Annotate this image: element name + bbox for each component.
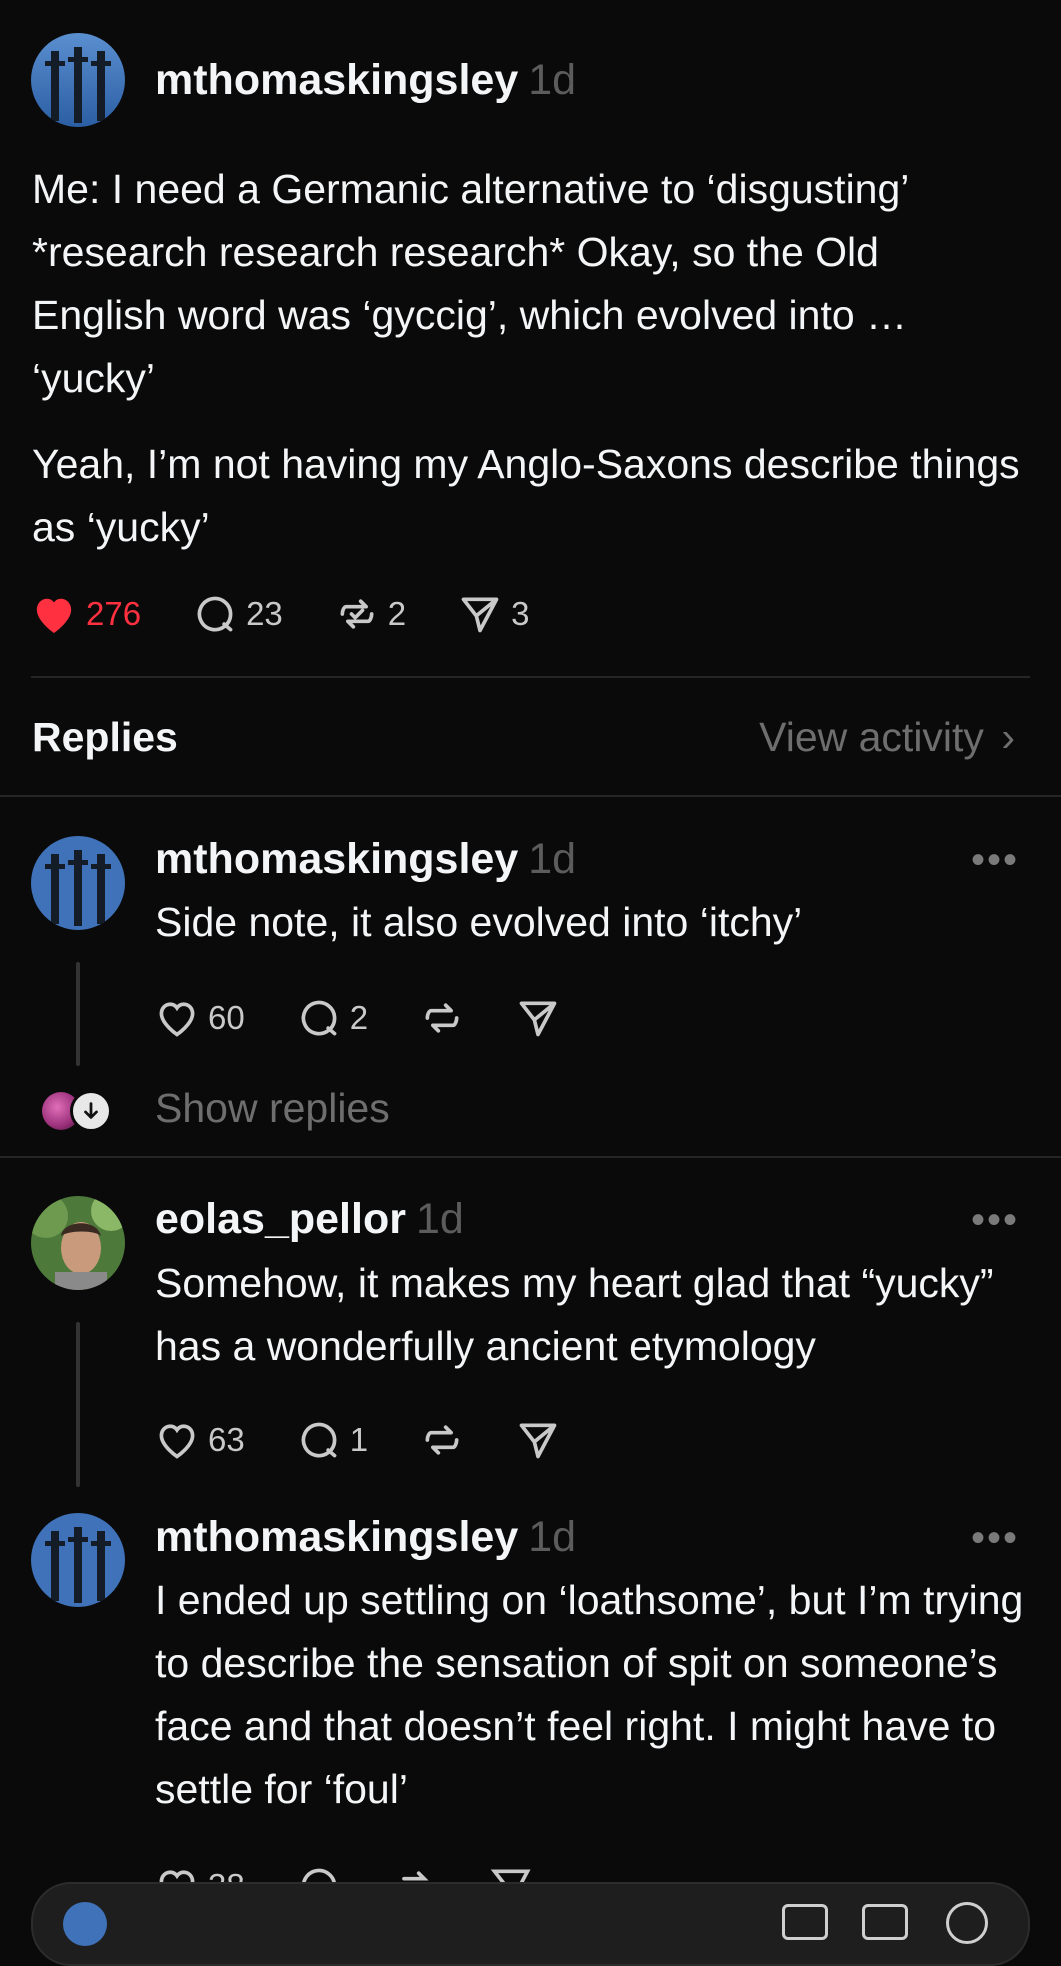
reply-text: I ended up settling on ‘loathsome’, but … [155, 1577, 1024, 1812]
repost-button[interactable] [420, 996, 464, 1040]
share-button[interactable] [516, 1418, 560, 1462]
reply-username[interactable]: eolas_pellor 1d [155, 1195, 464, 1244]
reply-time: 1d [528, 1513, 577, 1561]
post-text: Me: I need a Germanic alternative to ‘di… [32, 158, 1022, 559]
post-paragraph-2: Yeah, I’m not having my Anglo-Saxons des… [32, 441, 1020, 550]
view-activity-link[interactable]: View activity › [759, 714, 1015, 761]
reply-actions-clip: 38 [155, 1852, 755, 1882]
share-button[interactable] [489, 1864, 533, 1882]
view-activity-label: View activity [759, 714, 984, 760]
replies-title: Replies [32, 714, 178, 760]
show-replies-avatars[interactable] [42, 1090, 114, 1132]
reply-avatar[interactable] [31, 1196, 125, 1290]
share-count: 3 [511, 595, 530, 632]
repost-button[interactable] [393, 1864, 437, 1882]
reply-username[interactable]: mthomaskingsley 1d [155, 835, 576, 884]
comment-icon [301, 1000, 337, 1036]
reply-actions: 60 2 [155, 996, 612, 1040]
reply-text: Side note, it also evolved into ‘itchy’ [155, 899, 803, 945]
like-button[interactable]: 63 [155, 1419, 245, 1461]
post-username[interactable]: mthomaskingsley 1d [155, 56, 576, 105]
comment-count: 23 [246, 595, 283, 632]
gif-icon[interactable] [782, 1904, 828, 1940]
reply-time: 1d [415, 1195, 464, 1243]
chevron-right-icon: › [1001, 714, 1015, 760]
comment-icon [197, 596, 233, 632]
heart-icon [159, 1002, 195, 1037]
arrow-down-circle-icon [70, 1090, 112, 1132]
header-divider [0, 795, 1061, 797]
repost-icon [425, 1425, 459, 1455]
send-icon [490, 1869, 531, 1882]
reply-avatar[interactable] [31, 1513, 125, 1607]
share-button[interactable] [516, 996, 560, 1040]
more-options-icon[interactable]: ••• [971, 1516, 1019, 1561]
heart-filled-icon [36, 598, 72, 634]
reply-avatar[interactable] [31, 836, 125, 930]
share-button[interactable]: 3 [458, 592, 530, 636]
like-count: 38 [208, 1867, 245, 1882]
emoji-icon[interactable] [946, 1902, 988, 1944]
thread-line [76, 1322, 80, 1487]
comment-button[interactable]: 2 [297, 996, 368, 1040]
repost-icon [340, 599, 374, 629]
thread-line [76, 962, 80, 1066]
reply-composer-bar[interactable] [31, 1882, 1030, 1966]
heart-icon [159, 1424, 195, 1459]
post-actions: 276 23 2 3 [31, 592, 582, 636]
like-count: 276 [86, 595, 142, 632]
post-time: 1d [528, 56, 577, 104]
repost-count: 2 [387, 595, 407, 632]
repost-icon [425, 1003, 459, 1033]
repost-button[interactable] [420, 1418, 464, 1462]
more-options-icon[interactable]: ••• [971, 838, 1019, 883]
send-icon [461, 597, 499, 633]
comment-count: 2 [349, 999, 369, 1036]
avatar[interactable] [31, 33, 125, 127]
comment-icon [301, 1422, 337, 1458]
more-options-icon[interactable]: ••• [971, 1198, 1019, 1243]
comment-button[interactable]: 23 [193, 592, 283, 636]
send-icon [519, 1001, 557, 1037]
reply-username[interactable]: mthomaskingsley 1d [155, 1513, 576, 1562]
reply-text: Somehow, it makes my heart glad that “yu… [155, 1260, 994, 1369]
like-button[interactable]: 38 [155, 1865, 245, 1882]
comment-icon [301, 1868, 336, 1882]
repost-button[interactable]: 2 [335, 592, 406, 636]
reply-divider [0, 1156, 1061, 1158]
reply-time: 1d [528, 835, 577, 883]
heart-icon [159, 1870, 195, 1882]
show-replies-link[interactable]: Show replies [155, 1085, 390, 1132]
post-paragraph-1: Me: I need a Germanic alternative to ‘di… [32, 166, 908, 401]
like-count: 60 [208, 999, 245, 1036]
repost-icon [401, 1871, 429, 1881]
composer-avatar [63, 1902, 107, 1946]
comment-count: 1 [349, 1421, 369, 1458]
post-divider [31, 676, 1030, 678]
like-count: 63 [208, 1421, 245, 1458]
like-button[interactable]: 276 [31, 593, 141, 635]
comment-button[interactable]: 1 [297, 1418, 368, 1462]
reply-actions: 38 [155, 1864, 585, 1882]
reply-actions: 63 1 [155, 1418, 612, 1462]
image-icon[interactable] [862, 1904, 908, 1940]
like-button[interactable]: 60 [155, 997, 245, 1039]
comment-button[interactable] [297, 1864, 341, 1882]
send-icon [519, 1423, 557, 1459]
